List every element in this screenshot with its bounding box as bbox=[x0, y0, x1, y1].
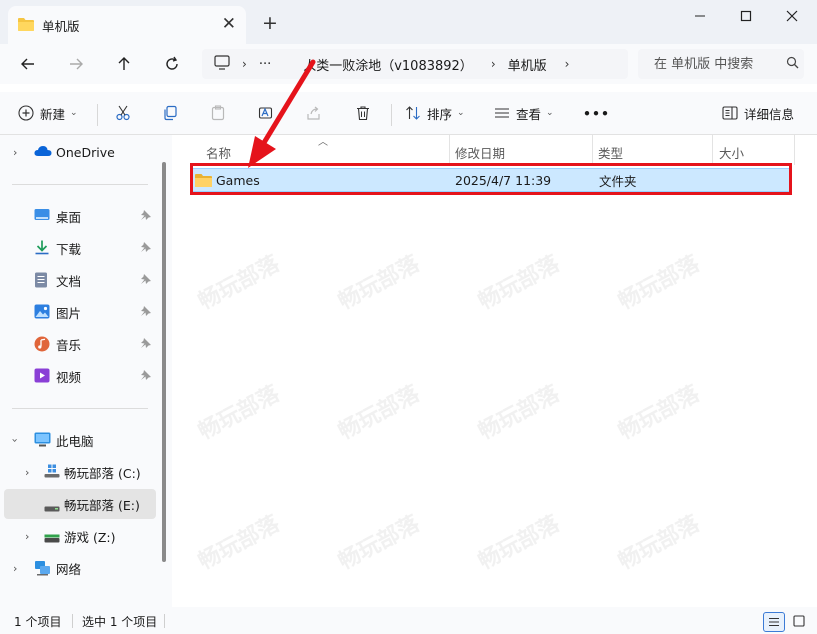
details-view-button[interactable] bbox=[763, 612, 785, 632]
selected-count: 选中 1 个项目 bbox=[82, 615, 158, 629]
annotation-arrow bbox=[248, 59, 316, 168]
list-view-icon bbox=[769, 617, 779, 627]
tiles-view-button[interactable] bbox=[789, 612, 809, 630]
status-divider bbox=[72, 614, 73, 628]
status-bar: 1 个项目 选中 1 个项目 bbox=[0, 607, 817, 634]
item-count: 1 个项目 bbox=[14, 615, 62, 629]
status-divider bbox=[164, 614, 165, 628]
tiles-view-icon bbox=[793, 615, 805, 627]
